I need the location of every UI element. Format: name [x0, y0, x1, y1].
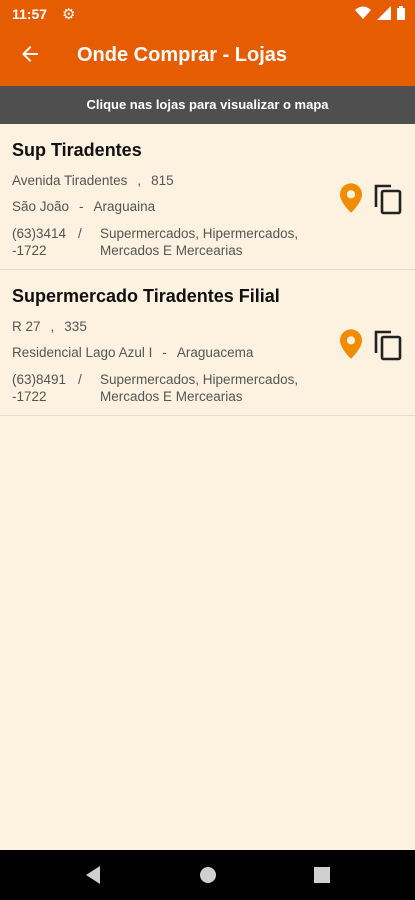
store-phone: (63)8491 [12, 372, 67, 387]
store-phone-suffix: -1722 [12, 243, 47, 258]
store-address: Avenida Tiradentes, 815 [12, 173, 174, 188]
store-category-cont: Mercados E Mercearias [100, 243, 243, 258]
store-phone: (63)3414 [12, 226, 67, 241]
store-location: Residencial Lago Azul I - Araguacema [12, 345, 253, 360]
address-comma: , [50, 319, 55, 334]
nav-back-icon[interactable] [84, 865, 102, 885]
store-city: Araguacema [176, 345, 254, 360]
store-phone-category: (63)8491 / Supermercados, Hipermercados, [12, 372, 298, 387]
copy-icon[interactable] [373, 183, 403, 215]
store-phone-category: (63)3414 / Supermercados, Hipermercados, [12, 226, 298, 241]
settings-icon: ⚙ [62, 6, 76, 23]
nav-recents-icon[interactable] [313, 865, 331, 885]
store-number: 335 [64, 319, 87, 334]
status-bar: 11:57 ⚙ [0, 0, 415, 28]
store-phone-category-cont: -1722 Mercados E Mercearias [12, 389, 243, 404]
map-pin-icon[interactable] [340, 183, 362, 213]
signal-icon [377, 6, 391, 20]
location-dash: - [79, 199, 84, 214]
store-phone-category-cont: -1722 Mercados E Mercearias [12, 243, 243, 258]
battery-icon [397, 6, 405, 20]
page-title: Onde Comprar - Lojas [77, 44, 288, 66]
status-time: 11:57 [12, 6, 48, 22]
location-dash: - [162, 345, 167, 360]
store-card[interactable]: Supermercado Tiradentes Filial R 27, 335 … [0, 270, 415, 416]
nav-home-icon[interactable] [199, 865, 217, 885]
store-district: Residencial Lago Azul I [12, 345, 153, 360]
store-street: Avenida Tiradentes [12, 173, 128, 188]
wifi-icon [355, 6, 371, 19]
system-navigation-bar [0, 850, 415, 900]
copy-icon[interactable] [373, 329, 403, 361]
store-name: Sup Tiradentes [12, 140, 142, 160]
system-icons [355, 6, 405, 20]
store-number: 815 [151, 173, 174, 188]
store-name: Supermercado Tiradentes Filial [12, 286, 280, 306]
store-district: São João [12, 199, 70, 214]
app-bar: Onde Comprar - Lojas [0, 28, 415, 86]
store-street: R 27 [12, 319, 41, 334]
map-pin-icon[interactable] [340, 329, 362, 359]
store-location: São João - Araguaina [12, 199, 155, 214]
phone-slash: / [78, 226, 82, 241]
back-arrow-icon[interactable] [18, 42, 42, 66]
phone-slash: / [78, 372, 82, 387]
store-list: Sup Tiradentes Avenida Tiradentes, 815 Sã… [0, 124, 415, 416]
store-card[interactable]: Sup Tiradentes Avenida Tiradentes, 815 Sã… [0, 124, 415, 270]
store-address: R 27, 335 [12, 319, 87, 334]
store-category: Supermercados, Hipermercados, [100, 372, 299, 387]
store-phone-suffix: -1722 [12, 389, 47, 404]
map-hint-banner: Clique nas lojas para visualizar o mapa [0, 86, 415, 124]
store-city: Araguaina [93, 199, 156, 214]
store-category-cont: Mercados E Mercearias [100, 389, 243, 404]
store-category: Supermercados, Hipermercados, [100, 226, 299, 241]
address-comma: , [137, 173, 142, 188]
